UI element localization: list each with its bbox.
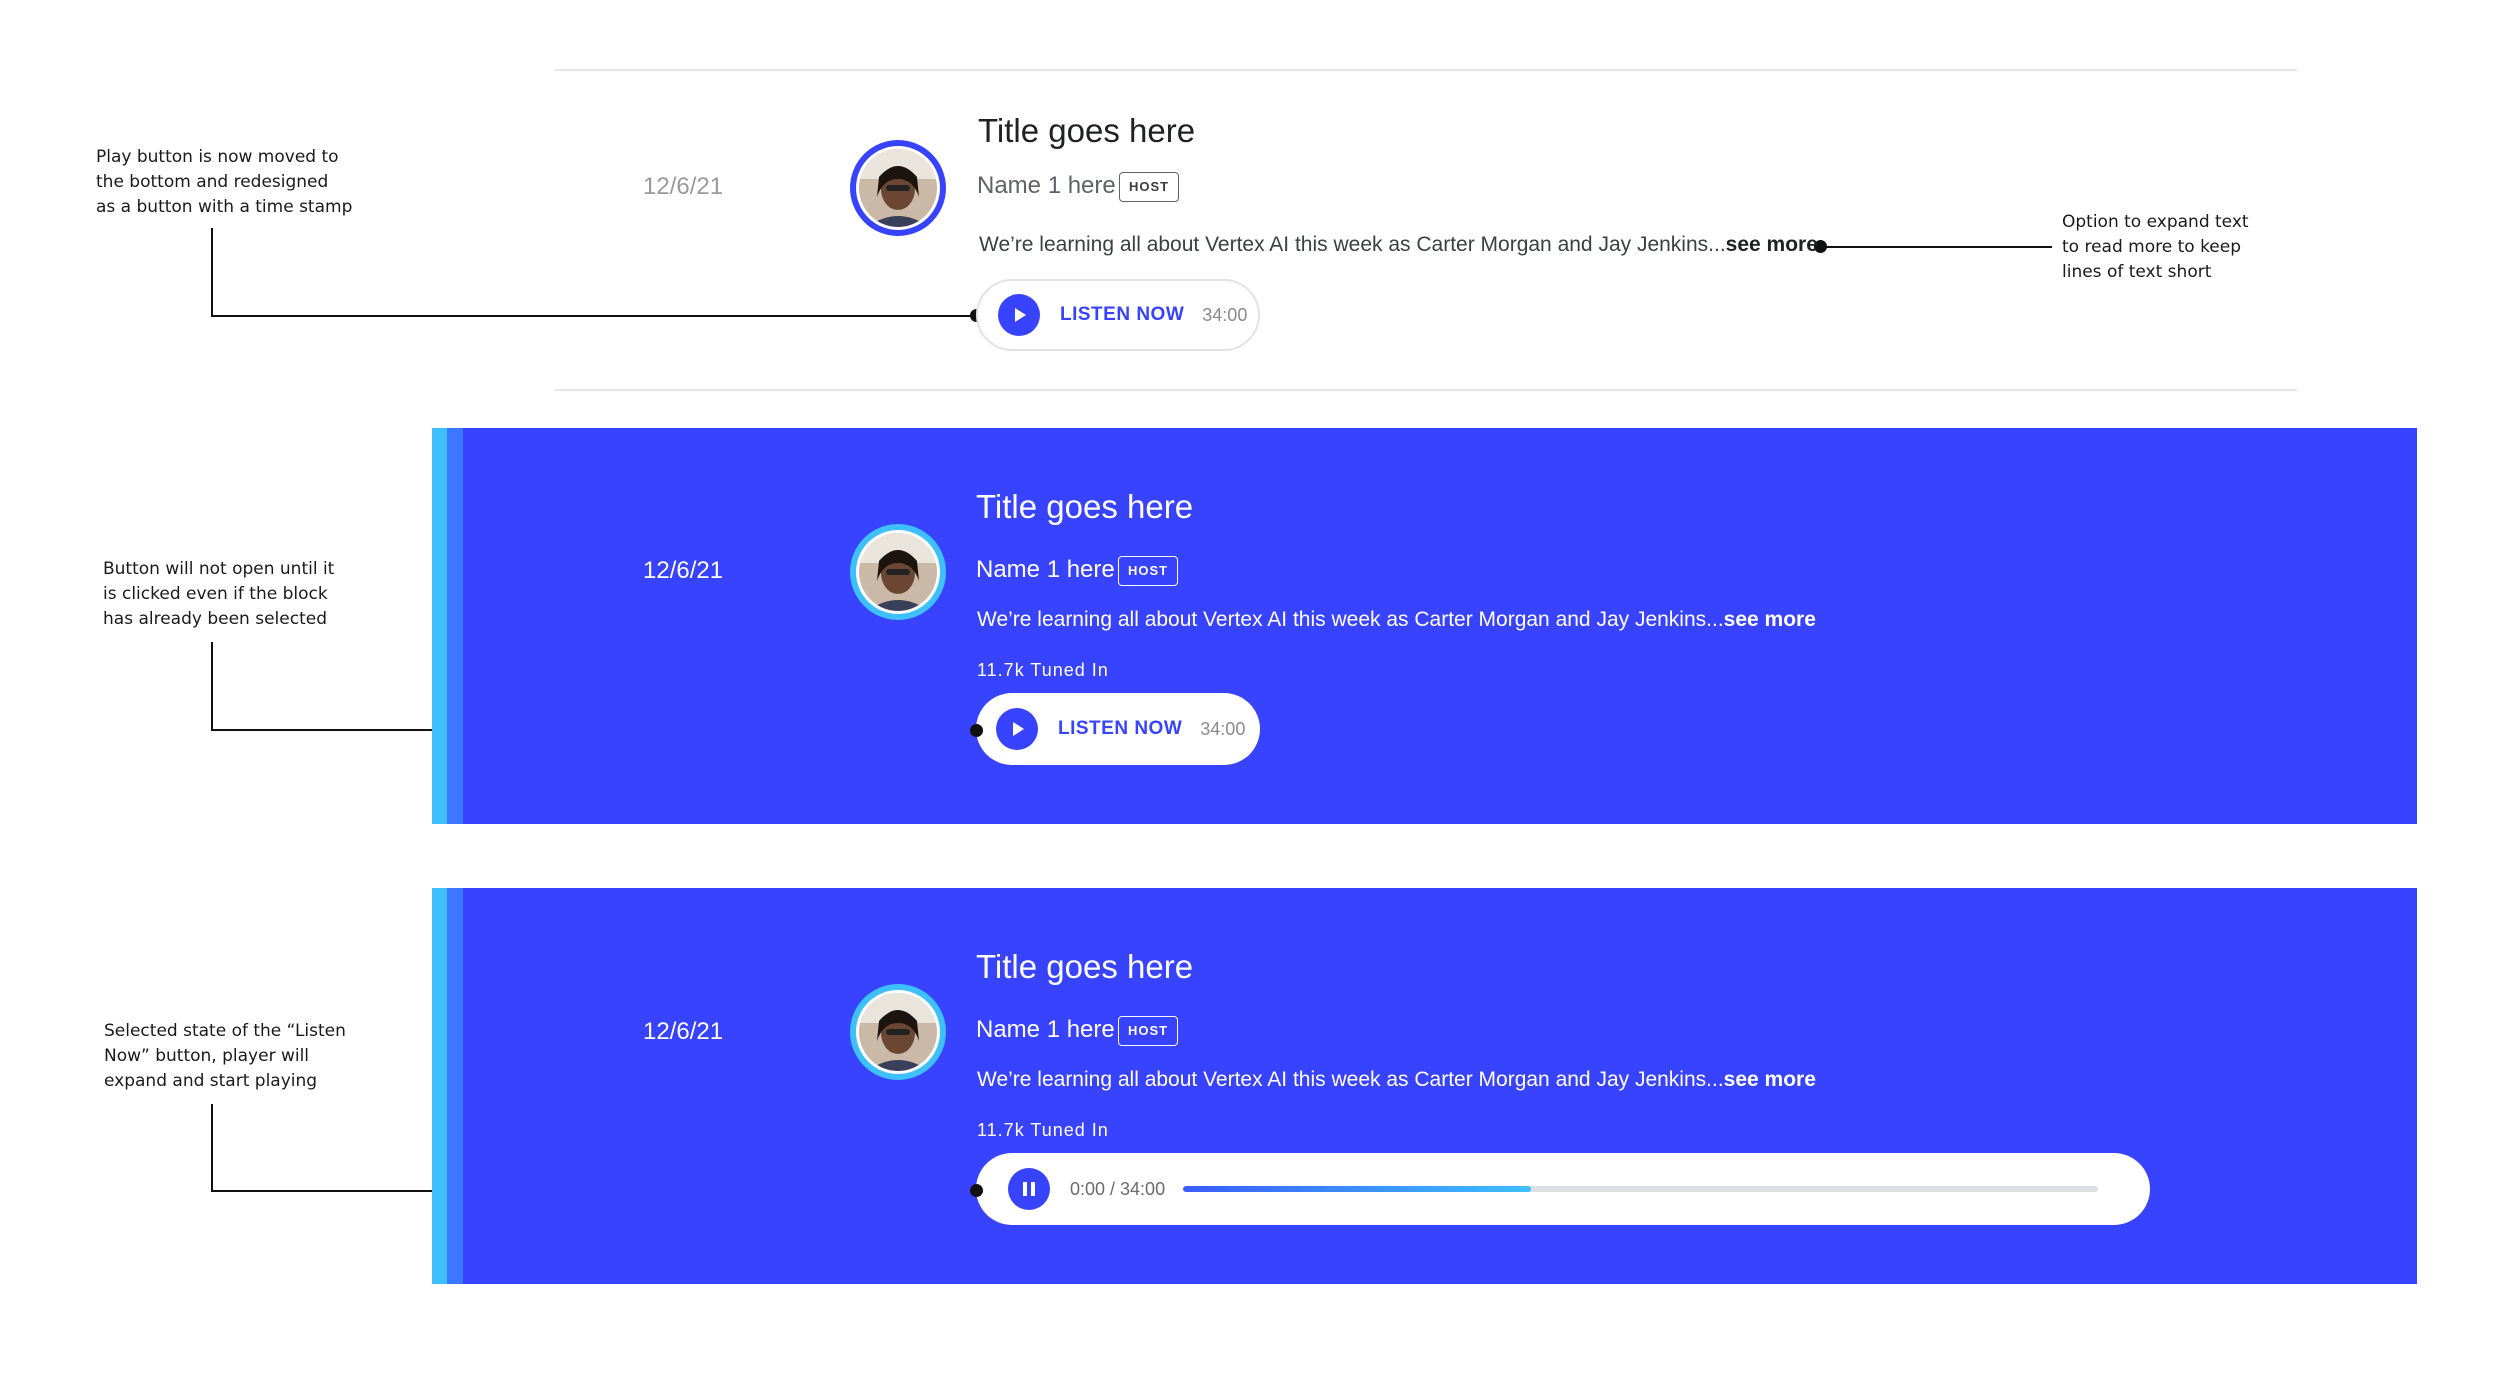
audio-player[interactable]: 0:00 / 34:00: [976, 1153, 2150, 1225]
annotation-selected-state: Selected state of the “Listen Now” butto…: [104, 1021, 346, 1091]
pause-icon[interactable]: [1008, 1168, 1050, 1210]
description-text: We’re learning all about Vertex AI this …: [979, 233, 1726, 256]
annotation-connector: [211, 315, 976, 317]
listen-now-button[interactable]: LISTEN NOW 34:00: [976, 693, 1260, 765]
annotation-button-open: Button will not open until it is clicked…: [103, 559, 335, 629]
episode-title: Title goes here: [976, 488, 1194, 525]
host-avatar-photo: [859, 533, 937, 611]
description-text: We’re learning all about Vertex AI this …: [977, 1068, 1724, 1091]
see-more-link[interactable]: see more: [1724, 608, 1816, 631]
selected-indicator-stripe: [432, 428, 447, 824]
episode-description: We’re learning all about Vertex AI this …: [977, 608, 1816, 632]
episode-description: We’re learning all about Vertex AI this …: [977, 1068, 1816, 1092]
see-more-link[interactable]: see more: [1726, 233, 1818, 256]
host-avatar: [850, 984, 946, 1080]
annotation-connector: [211, 642, 213, 731]
progress-bar-fill: [1183, 1186, 1531, 1192]
episode-title: Title goes here: [976, 948, 1194, 985]
player-time: 0:00 / 34:00: [1070, 1178, 1166, 1199]
episode-duration: 34:00: [1202, 304, 1248, 325]
see-more-link[interactable]: see more: [1724, 1068, 1816, 1091]
host-name: Name 1 here: [976, 556, 1115, 583]
host-badge: HOST: [1118, 556, 1179, 586]
progress-bar[interactable]: [1183, 1186, 2099, 1192]
description-text: We’re learning all about Vertex AI this …: [977, 608, 1724, 631]
play-icon: [996, 708, 1038, 750]
listen-now-button[interactable]: LISTEN NOW 34:00: [976, 279, 1260, 351]
selected-indicator-stripe: [432, 888, 447, 1284]
host-name: Name 1 here: [977, 172, 1116, 199]
host-avatar-photo: [859, 149, 937, 227]
host-avatar-photo: [859, 993, 937, 1071]
listen-now-label: LISTEN NOW: [1060, 304, 1185, 325]
listen-now-label: LISTEN NOW: [1058, 718, 1183, 739]
host-badge: HOST: [1118, 1016, 1179, 1046]
annotation-dot: [970, 724, 983, 737]
selected-indicator-stripe-inner: [447, 428, 463, 824]
selected-indicator-stripe-inner: [447, 888, 463, 1284]
annotation-connector: [1820, 246, 2052, 248]
episode-date: 12/6/21: [643, 173, 724, 200]
episode-description: We’re learning all about Vertex AI this …: [979, 233, 1818, 257]
annotation-expand-text: Option to expand text to read more to ke…: [2062, 212, 2249, 282]
host-avatar: [850, 140, 946, 236]
tuned-in-count: 11.7k Tuned In: [977, 660, 1109, 680]
annotation-play-button: Play button is now moved to the bottom a…: [96, 147, 353, 217]
episode-date: 12/6/21: [643, 1018, 724, 1045]
episode-date: 12/6/21: [643, 557, 724, 584]
host-name: Name 1 here: [976, 1016, 1115, 1043]
annotation-connector: [211, 1104, 213, 1192]
host-badge: HOST: [1119, 172, 1180, 202]
play-icon: [998, 294, 1040, 336]
episode-title: Title goes here: [978, 112, 1196, 149]
bottom-divider: [555, 389, 2297, 391]
episode-duration: 34:00: [1200, 718, 1246, 739]
annotation-dot: [970, 1184, 983, 1197]
annotation-connector: [211, 228, 213, 317]
top-divider: [555, 69, 2297, 71]
tuned-in-count: 11.7k Tuned In: [977, 1120, 1109, 1140]
host-avatar: [850, 524, 946, 620]
